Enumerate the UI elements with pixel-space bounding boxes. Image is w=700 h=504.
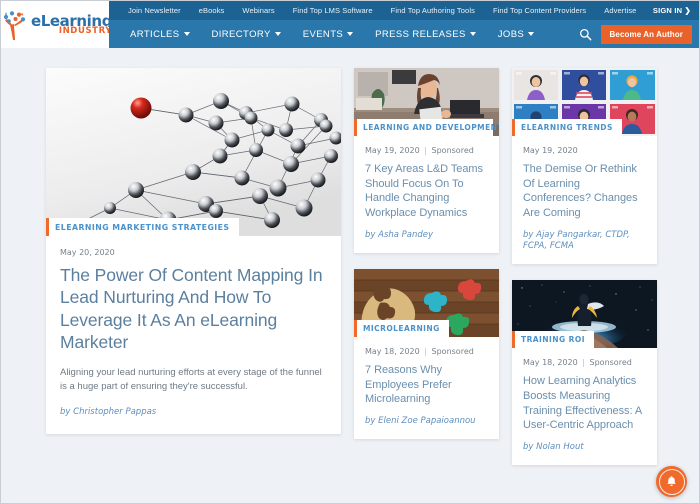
topbar-link-advertise[interactable]: Advertise xyxy=(595,6,645,15)
nav-item-events[interactable]: EVENTS xyxy=(292,20,364,48)
article-body: May 19, 2020 The Demise Or Rethink Of Le… xyxy=(512,136,657,264)
article-thumbnail[interactable]: LEARNING AND DEVELOPMENT xyxy=(354,68,499,136)
chevron-down-icon xyxy=(183,32,190,36)
secondary-column-left: LEARNING AND DEVELOPMENT May 19, 2020 | … xyxy=(354,68,499,440)
category-badge[interactable]: MICROLEARNING xyxy=(354,319,449,337)
article-card[interactable]: LEARNING AND DEVELOPMENT May 19, 2020 | … xyxy=(354,68,499,253)
nav-label-press-releases: PRESS RELEASES xyxy=(375,28,466,40)
topbar-link-find-top-lms-software[interactable]: Find Top LMS Software xyxy=(284,6,382,15)
featured-article-title[interactable]: The Power Of Content Mapping In Lead Nur… xyxy=(60,264,327,354)
main-navbar: ARTICLES DIRECTORY EVENTS PRESS RELEASES… xyxy=(109,20,699,48)
chevron-down-icon xyxy=(528,32,535,36)
article-meta: May 19, 2020 | Sponsored xyxy=(365,146,489,155)
article-byline[interactable]: by Eleni Zoe Papaioannou xyxy=(365,416,489,427)
search-icon[interactable] xyxy=(579,28,592,41)
logo-secondary-text: INDUSTRY xyxy=(30,27,113,36)
meta-separator: | xyxy=(424,346,427,356)
category-label: LEARNING AND DEVELOPMENT xyxy=(363,123,499,132)
category-badge[interactable]: ELEARNING MARKETING STRATEGIES xyxy=(46,218,239,236)
chevron-down-icon xyxy=(347,32,354,36)
tree-people-logo-icon xyxy=(2,10,28,40)
article-date: May 20, 2020 xyxy=(60,248,115,257)
main-content: ELEARNING MARKETING STRATEGIES May 20, 2… xyxy=(1,48,699,503)
article-body: May 18, 2020 | Sponsored How Learning An… xyxy=(512,348,657,465)
bell-ring-outline xyxy=(658,468,685,495)
article-grid: ELEARNING MARKETING STRATEGIES May 20, 2… xyxy=(46,68,662,466)
category-badge[interactable]: ELEARNING TRENDS xyxy=(512,119,622,136)
featured-column: ELEARNING MARKETING STRATEGIES May 20, 2… xyxy=(46,68,341,434)
sponsored-label: Sponsored xyxy=(589,358,632,368)
article-date: May 19, 2020 xyxy=(365,146,420,155)
article-meta: May 19, 2020 xyxy=(523,146,647,155)
meta-separator: | xyxy=(582,358,585,368)
article-meta: May 18, 2020 | Sponsored xyxy=(523,358,647,367)
category-label: ELEARNING MARKETING STRATEGIES xyxy=(55,222,230,232)
featured-article-thumbnail[interactable]: ELEARNING MARKETING STRATEGIES xyxy=(46,68,341,236)
nav-label-events: EVENTS xyxy=(302,28,344,40)
nav-item-press-releases[interactable]: PRESS RELEASES xyxy=(364,20,487,48)
article-body: May 19, 2020 | Sponsored 7 Key Areas L&D… xyxy=(354,136,499,253)
category-label: TRAINING ROI xyxy=(521,335,585,345)
article-title[interactable]: The Demise Or Rethink Of Learning Confer… xyxy=(523,162,647,221)
secondary-column-right: ELEARNING TRENDS May 19, 2020 The Demise… xyxy=(512,68,657,466)
featured-article-card[interactable]: ELEARNING MARKETING STRATEGIES May 20, 2… xyxy=(46,68,341,434)
nav-label-jobs: JOBS xyxy=(497,28,525,40)
utility-navbar: Join Newsletter eBooks Webinars Find Top… xyxy=(109,1,699,20)
category-accent-bar xyxy=(354,119,357,136)
topbar-link-find-top-authoring-tools[interactable]: Find Top Authoring Tools xyxy=(382,6,484,15)
article-meta: May 18, 2020 | Sponsored xyxy=(365,347,489,356)
category-badge[interactable]: LEARNING AND DEVELOPMENT xyxy=(354,119,499,136)
category-label: ELEARNING TRENDS xyxy=(521,123,613,132)
page-root: eLearning INDUSTRY Join Newsletter eBook… xyxy=(0,0,700,504)
article-date: May 18, 2020 xyxy=(523,358,578,368)
article-card[interactable]: TRAINING ROI May 18, 2020 | Sponsored Ho… xyxy=(512,280,657,466)
sign-in-link[interactable]: SIGN IN ❯ xyxy=(653,6,691,15)
article-thumbnail[interactable]: MICROLEARNING xyxy=(354,268,499,337)
category-badge[interactable]: TRAINING ROI xyxy=(512,331,594,349)
nav-item-jobs[interactable]: JOBS xyxy=(487,20,545,48)
category-accent-bar xyxy=(46,218,49,236)
article-title[interactable]: 7 Key Areas L&D Teams Should Focus On To… xyxy=(365,162,489,221)
article-title[interactable]: How Learning Analytics Boosts Measuring … xyxy=(523,374,647,433)
topbar-link-join-newsletter[interactable]: Join Newsletter xyxy=(119,6,190,15)
nav-label-directory: DIRECTORY xyxy=(211,28,271,40)
nav-item-articles[interactable]: ARTICLES xyxy=(119,20,201,48)
article-card[interactable]: MICROLEARNING May 18, 2020 | Sponsored 7… xyxy=(354,268,499,440)
site-logo[interactable]: eLearning INDUSTRY xyxy=(1,1,113,48)
article-card[interactable]: ELEARNING TRENDS May 19, 2020 The Demise… xyxy=(512,68,657,265)
article-byline[interactable]: by Asha Pandey xyxy=(365,230,489,241)
navbar-actions: Become An Author xyxy=(579,24,692,44)
featured-article-excerpt: Aligning your lead nurturing efforts at … xyxy=(60,366,322,392)
article-thumbnail[interactable]: TRAINING ROI xyxy=(512,280,657,349)
article-title[interactable]: 7 Reasons Why Employees Prefer Microlear… xyxy=(365,363,489,407)
featured-article-body: May 20, 2020 The Power Of Content Mappin… xyxy=(46,236,341,434)
site-header: eLearning INDUSTRY Join Newsletter eBook… xyxy=(1,1,699,48)
article-date: May 19, 2020 xyxy=(523,146,578,155)
notification-bell-button[interactable] xyxy=(656,466,687,497)
article-byline[interactable]: by Christopher Pappas xyxy=(60,407,327,418)
category-accent-bar xyxy=(512,119,515,136)
meta-separator: | xyxy=(424,146,427,155)
category-accent-bar xyxy=(512,331,515,349)
nav-label-articles: ARTICLES xyxy=(130,28,180,40)
sponsored-label: Sponsored xyxy=(431,346,474,356)
category-label: MICROLEARNING xyxy=(363,323,440,333)
topbar-link-find-top-content-providers[interactable]: Find Top Content Providers xyxy=(484,6,595,15)
article-date: May 18, 2020 xyxy=(365,346,420,356)
topbar-link-webinars[interactable]: Webinars xyxy=(233,6,283,15)
become-an-author-button[interactable]: Become An Author xyxy=(600,24,692,44)
sponsored-label: Sponsored xyxy=(431,146,474,155)
chevron-down-icon xyxy=(469,32,476,36)
article-thumbnail[interactable]: ELEARNING TRENDS xyxy=(512,68,657,136)
nav-item-directory[interactable]: DIRECTORY xyxy=(201,20,292,48)
category-accent-bar xyxy=(354,319,357,337)
topbar-link-ebooks[interactable]: eBooks xyxy=(190,6,234,15)
chevron-down-icon xyxy=(274,32,281,36)
article-body: May 18, 2020 | Sponsored 7 Reasons Why E… xyxy=(354,337,499,439)
article-byline[interactable]: by Ajay Pangarkar, CTDP, FCPA, FCMA xyxy=(523,230,647,253)
article-byline[interactable]: by Nolan Hout xyxy=(523,442,647,453)
network-of-spheres-image xyxy=(46,68,341,236)
